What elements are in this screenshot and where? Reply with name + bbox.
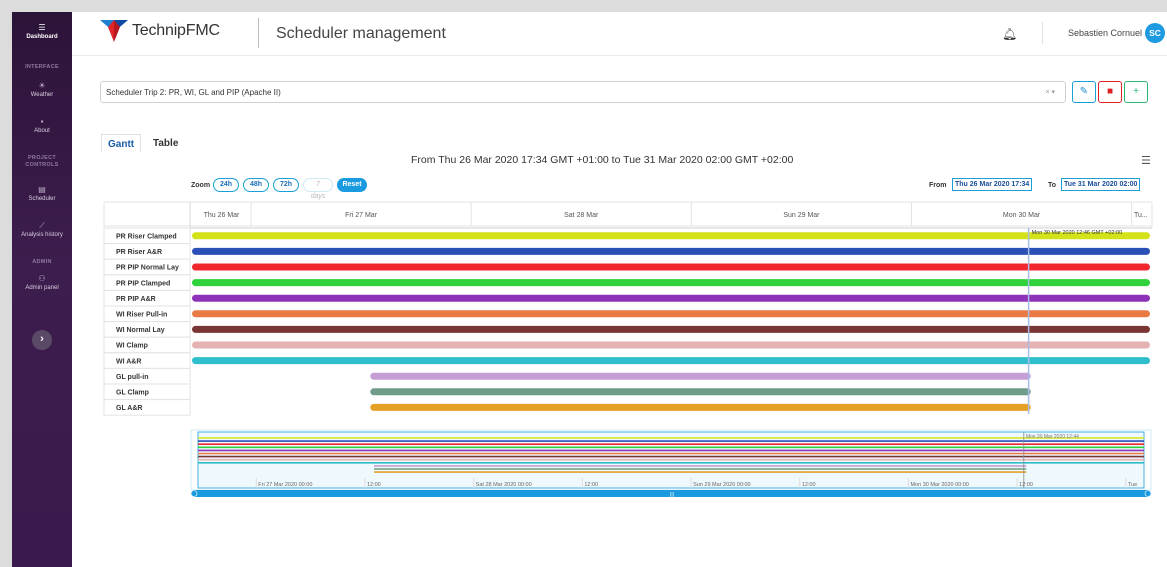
task-bar: [192, 325, 1150, 333]
date-header-label: Sat 28 Mar: [564, 212, 599, 219]
task-bar: [192, 310, 1150, 318]
task-bar: [192, 247, 1150, 255]
navigator-marker-label: Mon 30 Mar 2020 12:44: [1026, 434, 1079, 440]
current-time-label: Mon 30 Mar 2020 12:46 GMT +02:00: [1032, 230, 1123, 236]
task-bar: [370, 388, 1031, 396]
gantt-chart: Thu 26 Mar Fri 27 Mar Sat 28 Mar Sun 29 Mar…: [103, 201, 1153, 498]
navigator-tick-label: Mon 30 Mar 2020 00:00: [910, 482, 968, 488]
scroll-grip-icon: |||: [670, 492, 674, 498]
date-header-label: Tu...: [1134, 212, 1148, 219]
task-label: GL A&R: [116, 405, 142, 412]
gantt-rows: PR Riser Clamped PR Riser A&R PR PIP Norma…: [103, 227, 191, 416]
navigator-tick-label: Sat 28 Mar 2020 00:00: [476, 482, 532, 488]
task-label: GL Clamp: [116, 390, 149, 397]
task-label: WI Normal Lay: [116, 327, 165, 334]
task-bar: [192, 341, 1150, 349]
task-label: PR PIP Normal Lay: [116, 265, 179, 272]
navigator-tick-label: 12:00: [584, 482, 598, 488]
task-label: GL pull-in: [116, 374, 149, 381]
task-label: WI A&R: [116, 358, 141, 365]
task-label: PR PIP Clamped: [116, 280, 170, 287]
navigator-tick-label: 12:00: [367, 482, 381, 488]
navigator-tick-label: 12:00: [1019, 482, 1033, 488]
gantt-bars: [192, 232, 1150, 411]
date-header-band: [103, 201, 1153, 227]
gantt-current-marker: Mon 30 Mar 2020 12:46 GMT +02:00: [1027, 228, 1123, 414]
task-bar: [192, 279, 1150, 287]
navigator-tick-label: Fri 27 Mar 2020 00:00: [258, 482, 312, 488]
task-bar: [370, 372, 1031, 380]
task-label: PR PIP A&R: [116, 296, 156, 303]
scroll-handle-right: [1144, 490, 1152, 497]
navigator-tick-label: Tue: [1128, 482, 1137, 488]
task-label: PR Riser Clamped: [116, 234, 177, 241]
task-label: WI Clamp: [116, 343, 148, 350]
task-bar: [192, 357, 1150, 365]
task-label: PR Riser A&R: [116, 249, 162, 256]
date-header-label: Mon 30 Mar: [1003, 212, 1041, 219]
task-bar: [192, 232, 1150, 240]
scroll-handle-left: [190, 490, 198, 497]
date-header-label: Thu 26 Mar: [204, 212, 240, 219]
date-header-label: Fri 27 Mar: [345, 212, 378, 219]
navigator-tick-label: 12:00: [802, 482, 816, 488]
date-header-label: Sun 29 Mar: [783, 212, 820, 219]
gantt-navigator[interactable]: Mon 30 Mar 2020 12:44 Fri 27 Mar 2020 00:…: [190, 429, 1152, 498]
navigator-tick-label: Sun 29 Mar 2020 00:00: [693, 482, 751, 488]
task-label: WI Riser Pull-in: [116, 312, 167, 319]
task-bar: [192, 263, 1150, 271]
task-bar: [192, 294, 1150, 302]
task-bar: [370, 403, 1031, 411]
